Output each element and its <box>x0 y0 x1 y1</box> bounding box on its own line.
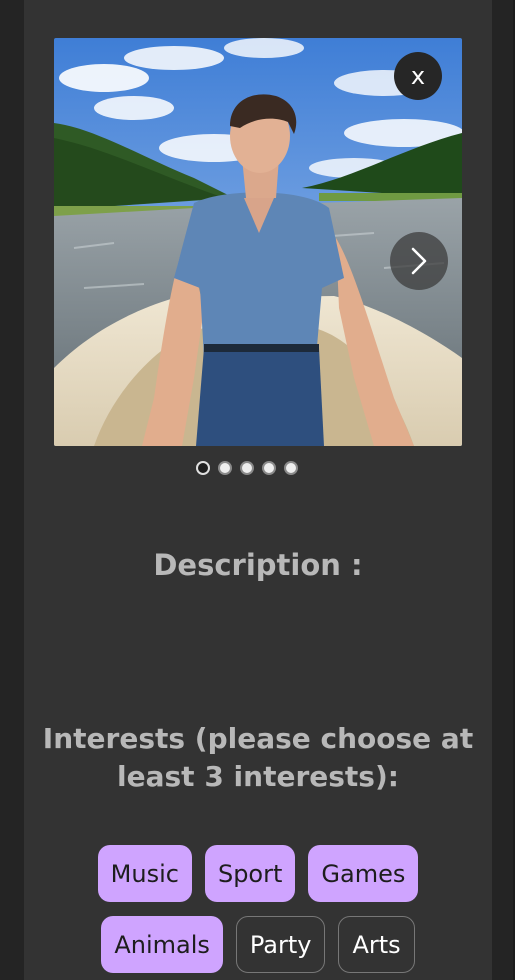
interest-tag-animals[interactable]: Animals <box>101 916 223 973</box>
interests-row-1: Music Sport Games <box>97 845 419 902</box>
carousel-dot-4[interactable] <box>262 461 276 475</box>
interests-row-2: Animals Party Arts <box>101 916 415 973</box>
carousel-indicators <box>196 461 316 479</box>
carousel-dot-1[interactable] <box>196 461 210 475</box>
close-button[interactable]: x <box>394 52 442 100</box>
left-frame <box>0 0 24 980</box>
carousel-dot-2[interactable] <box>218 461 232 475</box>
carousel-dot-3[interactable] <box>240 461 254 475</box>
right-frame <box>492 0 515 980</box>
interests-title: Interests (please choose at least 3 inte… <box>42 722 474 793</box>
interests-tag-group: Music Sport Games Animals Party Arts <box>24 845 492 973</box>
carousel-dot-5[interactable] <box>284 461 298 475</box>
interest-tag-sport[interactable]: Sport <box>204 845 296 902</box>
interest-tag-party[interactable]: Party <box>235 916 326 973</box>
next-photo-button[interactable] <box>390 232 448 290</box>
interest-tag-games[interactable]: Games <box>308 845 419 902</box>
chevron-right-icon <box>411 247 427 275</box>
interest-tag-music[interactable]: Music <box>97 845 192 902</box>
description-title: Description : <box>153 548 363 582</box>
close-label: x <box>410 62 426 90</box>
interest-tag-arts[interactable]: Arts <box>338 916 415 973</box>
